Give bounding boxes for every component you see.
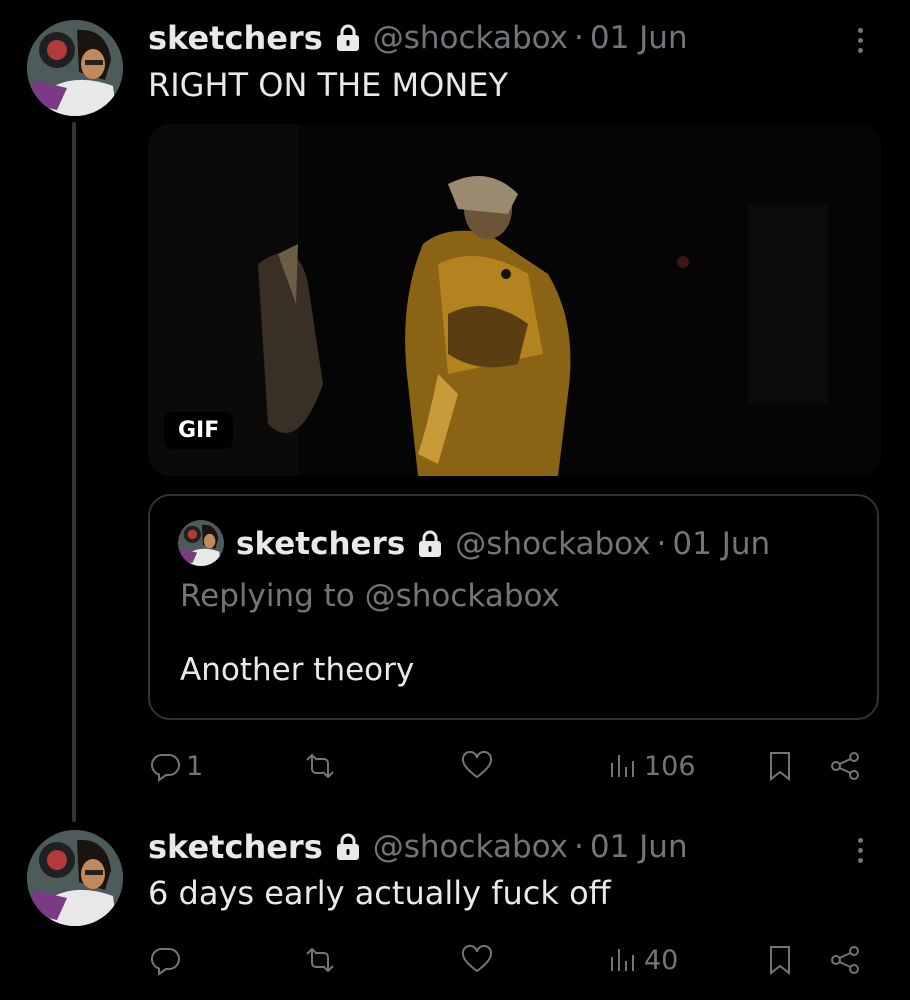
tweet-header: sketchers @shockabox · 01 Jun <box>148 827 688 867</box>
bookmark-icon <box>770 946 790 976</box>
gif-media[interactable]: GIF <box>148 124 881 476</box>
more-options-icon[interactable] <box>850 830 870 870</box>
lock-icon <box>335 833 361 861</box>
retweet-icon <box>306 753 334 779</box>
separator: · <box>574 829 584 865</box>
quoted-tweet[interactable]: sketchers @shockabox · 01 Jun Replying t… <box>148 494 879 720</box>
reply-button[interactable]: 1 <box>148 746 203 786</box>
handle[interactable]: @shockabox <box>373 20 568 56</box>
tweet-text: RIGHT ON THE MONEY <box>148 66 509 104</box>
timestamp[interactable]: 01 Jun <box>590 829 688 865</box>
views-button[interactable]: 40 <box>606 940 678 980</box>
more-options-icon[interactable] <box>850 20 870 60</box>
bookmark-button[interactable] <box>763 940 797 980</box>
quoted-handle: @shockabox <box>455 526 651 562</box>
lock-icon <box>335 24 361 52</box>
quoted-display-name: sketchers <box>236 526 406 562</box>
quoted-avatar <box>178 520 224 566</box>
views-button[interactable]: 106 <box>606 746 696 786</box>
heart-icon <box>461 750 493 779</box>
separator: · <box>656 526 667 562</box>
gif-badge: GIF <box>164 412 234 449</box>
quoted-header: sketchers @shockabox · 01 Jun <box>236 522 770 566</box>
share-icon <box>831 946 859 974</box>
share-button[interactable] <box>828 940 862 980</box>
quoted-timestamp: 01 Jun <box>672 526 771 562</box>
reply-icon <box>150 754 180 782</box>
share-button[interactable] <box>828 746 862 786</box>
retweet-button[interactable] <box>303 746 337 786</box>
retweet-icon <box>306 947 334 973</box>
replying-to: Replying to @shockabox <box>180 578 560 614</box>
views-icon <box>611 949 634 971</box>
separator: · <box>574 20 584 56</box>
thread-connector-line <box>72 122 76 822</box>
timestamp[interactable]: 01 Jun <box>590 20 688 56</box>
bookmark-button[interactable] <box>763 746 797 786</box>
views-count: 106 <box>644 750 696 782</box>
avatar[interactable] <box>27 20 123 116</box>
retweet-button[interactable] <box>303 940 337 980</box>
reply-icon <box>150 948 180 976</box>
display-name[interactable]: sketchers <box>148 828 323 866</box>
share-icon <box>831 752 859 780</box>
tweet-text: 6 days early actually fuck off <box>148 874 611 912</box>
handle[interactable]: @shockabox <box>373 829 568 865</box>
bookmark-icon <box>770 752 790 782</box>
tweet-header: sketchers @shockabox · 01 Jun <box>148 18 688 58</box>
views-count: 40 <box>644 944 679 976</box>
avatar[interactable] <box>27 830 123 926</box>
like-button[interactable] <box>460 940 494 980</box>
like-button[interactable] <box>460 746 494 786</box>
views-icon <box>611 755 634 777</box>
quoted-text: Another theory <box>180 652 415 688</box>
reply-button[interactable] <box>148 940 186 980</box>
reply-count: 1 <box>186 750 204 782</box>
display-name[interactable]: sketchers <box>148 19 323 57</box>
heart-icon <box>461 944 493 973</box>
lock-icon <box>417 530 443 558</box>
